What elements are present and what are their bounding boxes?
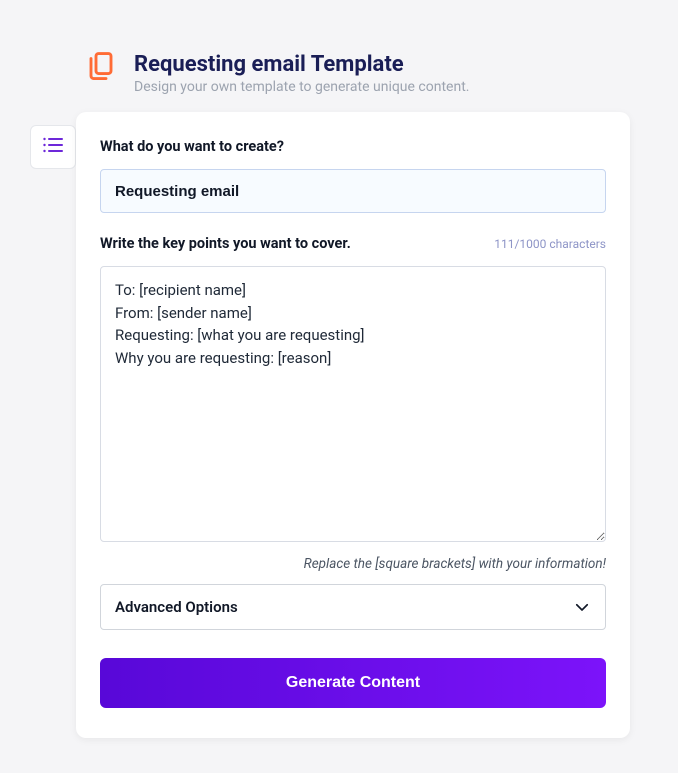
page-title: Requesting email Template — [134, 52, 469, 77]
page-subtitle: Design your own template to generate uni… — [134, 79, 469, 95]
advanced-options-label: Advanced Options — [115, 598, 238, 616]
copy-icon — [86, 51, 116, 81]
keypoints-label: Write the key points you want to cover. — [100, 235, 351, 252]
keypoints-textarea[interactable] — [100, 266, 606, 542]
generate-content-button[interactable]: Generate Content — [100, 658, 606, 708]
keypoints-char-counter: 111/1000 characters — [494, 237, 606, 251]
chevron-down-icon — [573, 598, 591, 616]
create-field-group: What do you want to create? — [100, 138, 606, 213]
template-form-card: What do you want to create? Write the ke… — [76, 112, 630, 738]
side-tab-list-button[interactable] — [30, 125, 76, 169]
page-header: Requesting email Template Design your ow… — [0, 0, 678, 95]
advanced-options-toggle[interactable]: Advanced Options — [100, 584, 606, 630]
create-label: What do you want to create? — [100, 138, 606, 155]
create-input[interactable] — [100, 169, 606, 213]
list-icon — [42, 136, 64, 158]
keypoints-field-group: Write the key points you want to cover. … — [100, 235, 606, 572]
keypoints-helper-text: Replace the [square brackets] with your … — [100, 556, 606, 572]
